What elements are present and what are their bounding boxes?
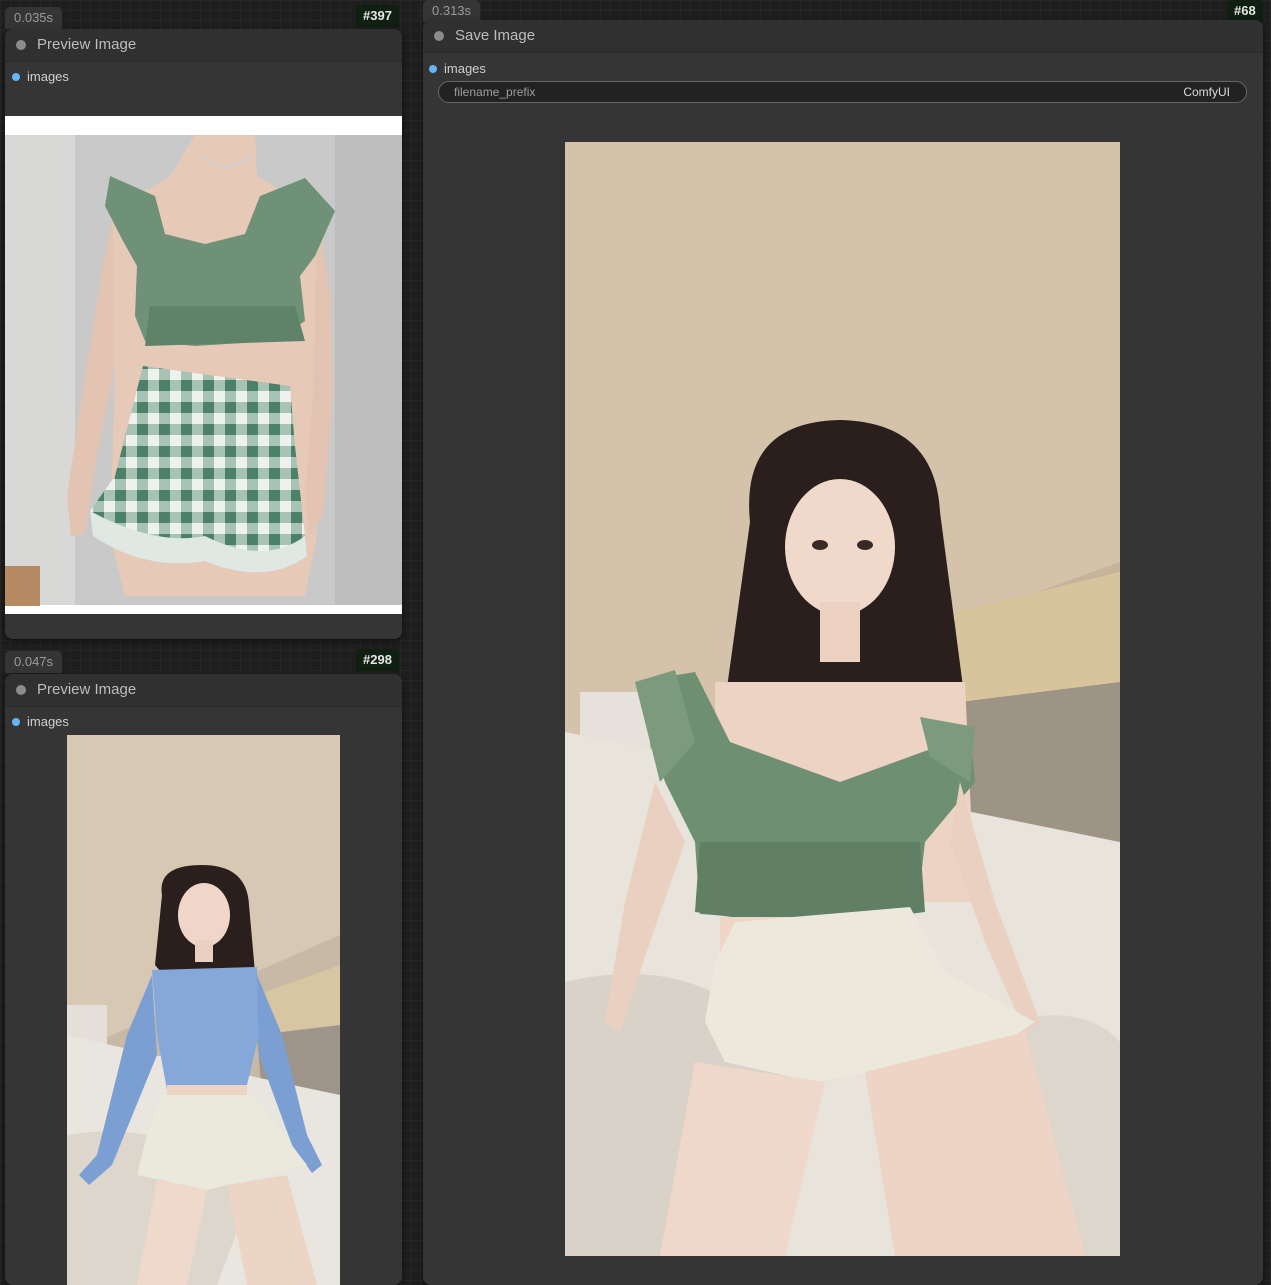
input-slot-dot[interactable] [12,73,20,81]
node-title: Save Image [455,27,536,44]
widget-name: filename_prefix [454,85,536,99]
node-id-badge: #397 [356,5,399,27]
preview-image [5,116,402,614]
widget-value: ComfyUI [1183,85,1230,99]
generated-photo [565,142,1120,1256]
input-slot-label: images [27,714,69,729]
input-slot-label: images [444,61,486,76]
execution-time-badge: 0.035s [5,7,63,29]
node-header[interactable]: Preview Image [5,674,402,707]
preview-image [67,735,340,1285]
preview-image-node[interactable]: Preview Image images [5,29,402,639]
filename-prefix-field[interactable]: filename_prefix ComfyUI [438,81,1247,103]
node-collapse-dot[interactable] [434,31,444,41]
generated-photo [67,735,340,1285]
input-slot-label: images [27,69,69,84]
node-id-badge: #298 [356,649,399,671]
execution-time-badge: 0.047s [5,651,63,673]
input-slot-dot[interactable] [429,65,437,73]
node-collapse-dot[interactable] [16,685,26,695]
saved-image [565,142,1120,1256]
execution-time-badge: 0.313s [423,0,481,22]
product-photo [5,135,402,606]
input-slot-dot[interactable] [12,718,20,726]
node-header[interactable]: Preview Image [5,29,402,62]
node-title: Preview Image [37,681,137,698]
node-header[interactable]: Save Image [423,20,1263,53]
node-collapse-dot[interactable] [16,40,26,50]
node-id-badge: #68 [1227,0,1263,22]
save-image-node[interactable]: Save Image images filename_prefix ComfyU… [423,20,1263,1285]
preview-image-node[interactable]: Preview Image images [5,674,402,1285]
node-title: Preview Image [37,36,137,53]
